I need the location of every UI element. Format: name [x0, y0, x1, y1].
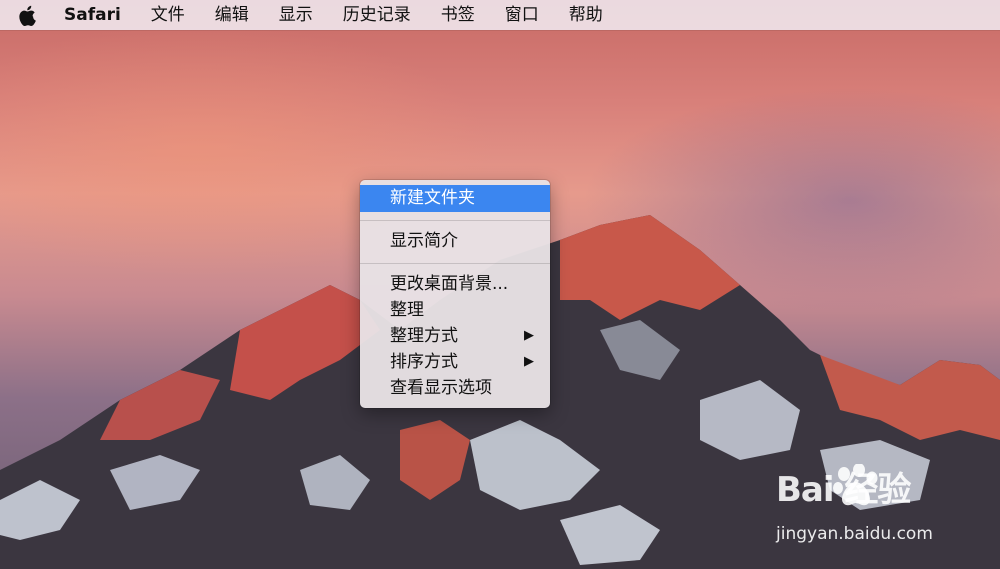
- context-item-sort-by[interactable]: 排序方式 ▶: [360, 349, 550, 375]
- context-item-label: 排序方式: [390, 352, 458, 372]
- baidu-jingyan-watermark: Bai 经验 jingyan.baidu.com: [776, 462, 998, 548]
- watermark-logo-text: Bai 经验: [776, 470, 911, 510]
- menu-edit[interactable]: 编辑: [200, 0, 264, 30]
- context-item-change-background[interactable]: 更改桌面背景...: [360, 271, 550, 297]
- context-item-label: 显示简介: [390, 231, 458, 251]
- context-item-get-info[interactable]: 显示简介: [360, 228, 550, 254]
- context-item-new-folder[interactable]: 新建文件夹: [360, 185, 550, 212]
- apple-icon[interactable]: [16, 4, 38, 26]
- menu-help[interactable]: 帮助: [554, 0, 618, 30]
- menu-file[interactable]: 文件: [136, 0, 200, 30]
- context-item-clean-up-by[interactable]: 整理方式 ▶: [360, 323, 550, 349]
- submenu-arrow-icon: ▶: [524, 328, 534, 343]
- menu-separator: [360, 220, 550, 221]
- watermark-url: jingyan.baidu.com: [776, 524, 933, 544]
- menu-window[interactable]: 窗口: [490, 0, 554, 30]
- menu-app-safari[interactable]: Safari: [52, 0, 136, 30]
- menu-bar: Safari 文件 编辑 显示 历史记录 书签 窗口 帮助: [0, 0, 1000, 30]
- context-item-clean-up[interactable]: 整理: [360, 297, 550, 323]
- context-item-label: 查看显示选项: [390, 378, 492, 398]
- context-item-label: 整理: [390, 300, 424, 320]
- menu-bookmarks[interactable]: 书签: [426, 0, 490, 30]
- desktop-context-menu: 新建文件夹 显示简介 更改桌面背景... 整理 整理方式 ▶ 排序方式 ▶ 查看…: [360, 180, 550, 408]
- context-item-show-view-options[interactable]: 查看显示选项: [360, 375, 550, 401]
- context-item-label: 整理方式: [390, 326, 458, 346]
- context-item-label: 新建文件夹: [390, 188, 475, 208]
- menu-view[interactable]: 显示: [264, 0, 328, 30]
- menu-history[interactable]: 历史记录: [328, 0, 426, 30]
- submenu-arrow-icon: ▶: [524, 354, 534, 369]
- context-item-label: 更改桌面背景...: [390, 274, 509, 294]
- menu-separator: [360, 263, 550, 264]
